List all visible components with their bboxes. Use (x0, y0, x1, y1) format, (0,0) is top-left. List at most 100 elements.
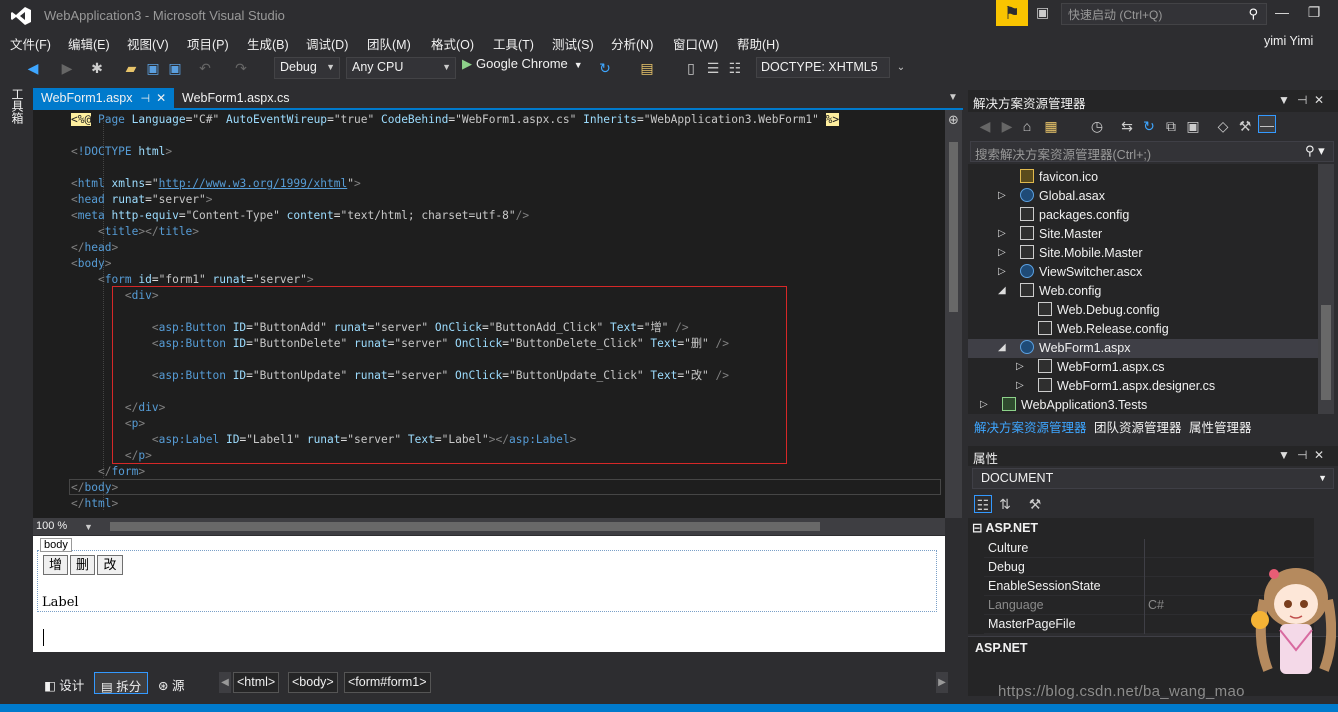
split-view-button[interactable]: ▤ 拆分 (94, 672, 149, 694)
breadcrumb-html[interactable]: <html> (233, 672, 280, 693)
menu-help[interactable]: 帮助(H) (737, 34, 779, 53)
code-line[interactable]: <head runat="server"> (71, 192, 213, 208)
solution-tree-scroll-thumb[interactable] (1321, 305, 1331, 400)
design-button-update[interactable]: 改 (97, 555, 123, 575)
expand-arrow-icon[interactable]: ▷ (998, 266, 1006, 277)
code-line[interactable]: <!DOCTYPE html> (71, 144, 172, 160)
history-icon[interactable]: ◷ (1088, 117, 1106, 135)
property-pages-wrench-icon[interactable]: ⚒ (1026, 495, 1044, 513)
tree-item[interactable]: favicon.ico (1020, 168, 1098, 187)
horizontal-scroll-thumb[interactable] (110, 522, 820, 531)
menu-view[interactable]: 视图(V) (127, 34, 169, 53)
restore-button[interactable]: ❐ (1302, 4, 1326, 24)
tree-item[interactable]: Web.config (1020, 282, 1101, 301)
menu-project[interactable]: 项目(P) (187, 34, 229, 53)
open-file-icon[interactable]: ▰ (122, 59, 140, 77)
doctype-dropdown[interactable]: DOCTYPE: XHTML5 (756, 57, 890, 78)
split-window-icon[interactable]: ⊕ (945, 112, 962, 128)
menu-edit[interactable]: 编辑(E) (68, 34, 110, 53)
property-category[interactable]: ⊟ ASP.NET (972, 520, 1038, 535)
source-editor[interactable]: <%@ Page Language="C#" AutoEventWireup="… (33, 110, 945, 518)
refresh-icon[interactable]: ↻ (596, 59, 614, 77)
close-icon[interactable]: ✕ (1314, 448, 1324, 462)
breadcrumb-body[interactable]: <body> (288, 672, 338, 693)
sync-icon[interactable]: ⇆ (1118, 117, 1136, 135)
save-icon[interactable]: ▣ (144, 59, 162, 77)
panel-menu-icon[interactable]: ▼ (1278, 448, 1290, 462)
expand-arrow-icon[interactable]: ▷ (998, 247, 1006, 258)
list-icon[interactable]: ☰ (704, 59, 722, 77)
code-line[interactable]: <body> (71, 256, 111, 272)
chevron-down-icon[interactable]: ▼ (84, 522, 93, 532)
minimize-button[interactable]: — (1270, 4, 1294, 24)
forward-icon[interactable]: ▶ (58, 59, 76, 77)
save-all-icon[interactable]: ▣ (166, 59, 184, 77)
source-view-button[interactable]: ⊛ 源 (152, 672, 190, 694)
signed-in-user[interactable]: yimi Yimi (1264, 34, 1313, 48)
expand-arrow-icon[interactable]: ▷ (1016, 380, 1024, 391)
close-icon[interactable]: ✕ (1314, 93, 1324, 107)
pin-icon[interactable]: ⊣ (1297, 93, 1307, 107)
collapse-arrow-icon[interactable]: ◢ (998, 342, 1006, 353)
tab-property-manager[interactable]: 属性管理器 (1189, 417, 1252, 436)
tab-solution-explorer[interactable]: 解决方案资源管理器 (974, 417, 1087, 436)
tree-item[interactable]: packages.config (1020, 206, 1129, 225)
categorized-icon[interactable]: ☷ (974, 495, 992, 513)
browser-link-icon[interactable]: ▤ (638, 59, 656, 77)
properties-wrench-icon[interactable]: ⚒ (1236, 117, 1254, 135)
menu-debug[interactable]: 调试(D) (306, 34, 348, 53)
quick-launch-input[interactable]: 快速启动 (Ctrl+Q) ⚲ (1061, 3, 1267, 25)
design-label[interactable]: Label (42, 595, 79, 610)
show-all-files-icon[interactable]: ▣ (1184, 117, 1202, 135)
toolbar-overflow-icon[interactable]: ⌄ (892, 59, 910, 77)
tree-item[interactable]: WebForm1.aspx.cs (1038, 358, 1164, 377)
code-line[interactable]: </html> (71, 496, 118, 512)
tree-item[interactable]: Web.Debug.config (1038, 301, 1160, 320)
forward-icon[interactable]: ▶ (998, 117, 1016, 135)
tab-webform1-aspx-cs[interactable]: WebForm1.aspx.cs (174, 88, 297, 109)
property-value[interactable]: C# (1148, 596, 1164, 615)
editor-scroll-thumb[interactable] (949, 142, 958, 312)
code-line[interactable]: <meta http-equiv="Content-Type" content=… (71, 208, 529, 224)
undo-icon[interactable]: ↶ (196, 59, 214, 77)
expand-arrow-icon[interactable]: ▷ (980, 399, 988, 410)
code-line[interactable]: <html xmlns="http://www.w3.org/1999/xhtm… (71, 176, 361, 192)
redo-icon[interactable]: ↷ (232, 59, 250, 77)
close-window-button[interactable] (1330, 4, 1338, 24)
platform-dropdown[interactable]: Any CPU ▼ (346, 57, 456, 79)
code-line[interactable]: </form> (71, 464, 145, 480)
solution-search-input[interactable]: 搜索解决方案资源管理器(Ctrl+;) (970, 141, 1334, 162)
tab-team-explorer[interactable]: 团队资源管理器 (1094, 417, 1182, 436)
document-icon[interactable]: ▯ (682, 59, 700, 77)
body-tag-label[interactable]: body (40, 538, 72, 552)
menu-build[interactable]: 生成(B) (247, 34, 289, 53)
tree-item[interactable]: Global.asax (1020, 187, 1105, 206)
tree-item[interactable]: WebApplication3.Tests (1002, 396, 1147, 415)
zoom-level[interactable]: 100 % (36, 520, 67, 532)
toolbox-tab[interactable]: 工具箱 (9, 88, 26, 124)
refresh-icon[interactable]: ↻ (1140, 117, 1158, 135)
view-code-icon[interactable]: ◇ (1214, 117, 1232, 135)
collapse-all-icon[interactable]: ⧉ (1162, 117, 1180, 135)
tree-item[interactable]: Web.Release.config (1038, 320, 1169, 339)
expand-arrow-icon[interactable]: ▷ (998, 228, 1006, 239)
notification-flag-icon[interactable]: ⚑ (996, 0, 1028, 26)
tree-item[interactable]: WebForm1.aspx.designer.cs (1038, 377, 1215, 396)
tab-webform1-aspx[interactable]: WebForm1.aspx ⊣ ✕ (33, 88, 175, 109)
pin-icon[interactable]: ⊣ (140, 93, 150, 105)
pin-icon[interactable]: ⊣ (1297, 448, 1307, 462)
tree-item[interactable]: Site.Master (1020, 225, 1102, 244)
configuration-dropdown[interactable]: Debug ▼ (274, 57, 340, 79)
code-line[interactable]: </head> (71, 240, 118, 256)
start-debugging-button[interactable]: ▶ Google Chrome ▼ (462, 56, 583, 72)
menu-test[interactable]: 测试(S) (552, 34, 594, 53)
back-icon[interactable]: ◀ (24, 59, 42, 77)
back-icon[interactable]: ◀ (976, 117, 994, 135)
code-line[interactable]: <title></title> (71, 224, 199, 240)
menu-analyze[interactable]: 分析(N) (611, 34, 653, 53)
collapse-arrow-icon[interactable]: ◢ (998, 285, 1006, 296)
switch-views-icon[interactable]: ▦ (1042, 117, 1060, 135)
menu-file[interactable]: 文件(F) (10, 34, 51, 53)
property-row[interactable]: Culture (984, 539, 1314, 558)
new-project-icon[interactable]: ✱ (88, 59, 106, 77)
